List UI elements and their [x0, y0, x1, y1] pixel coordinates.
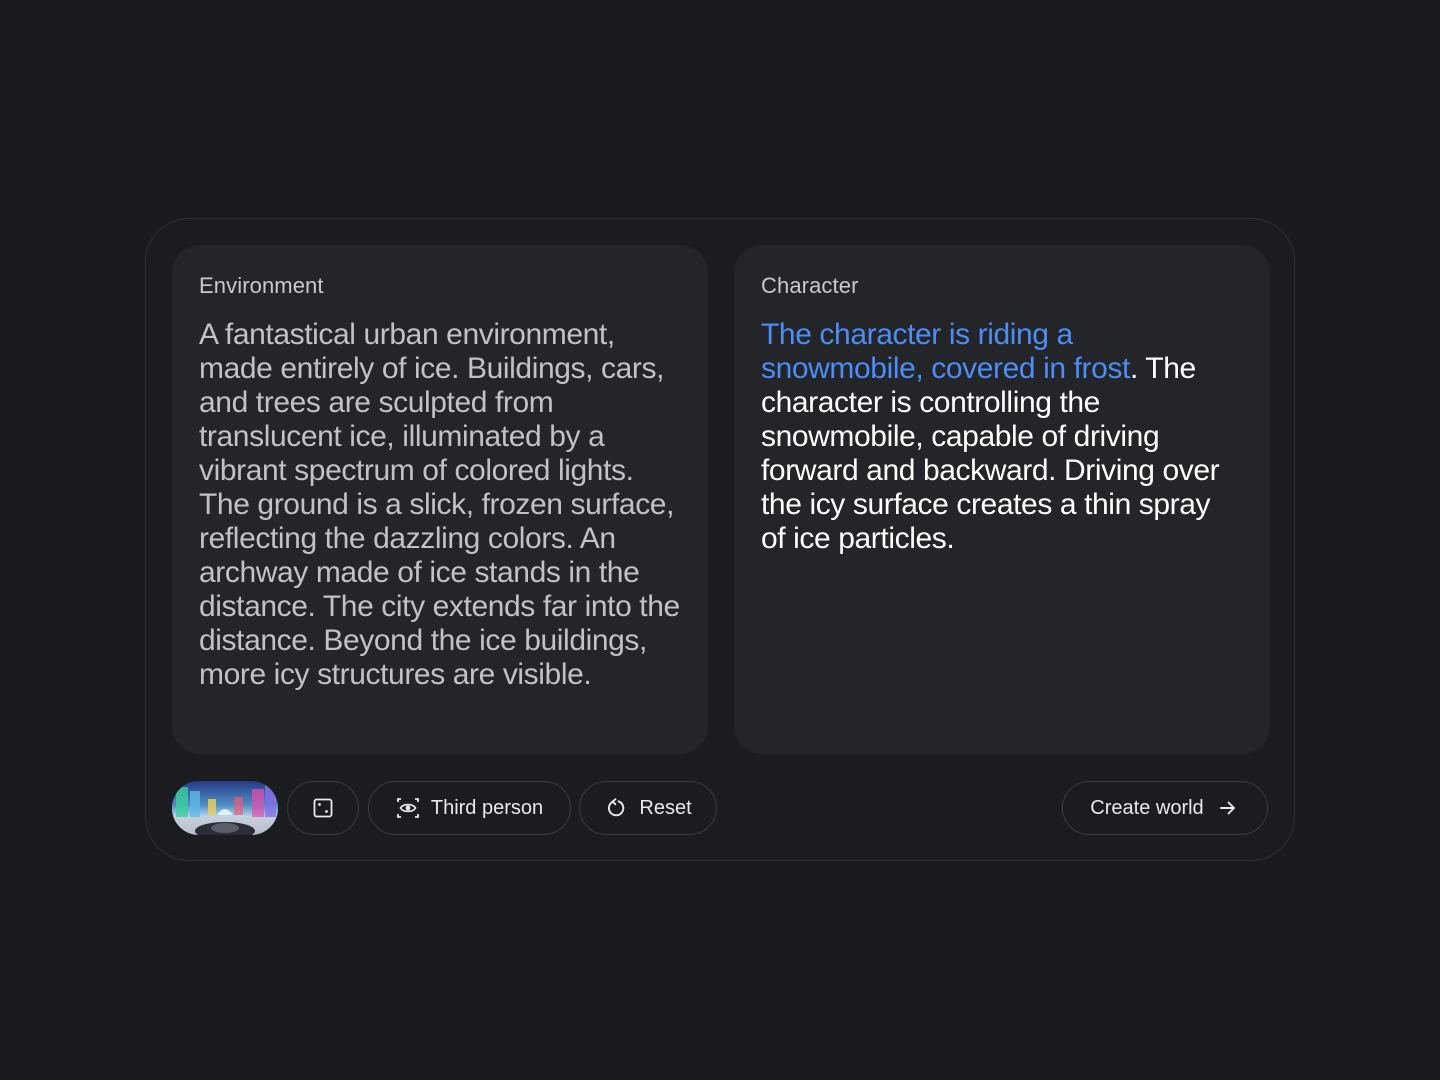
eye-view-icon: [396, 796, 420, 820]
third-person-label: Third person: [430, 796, 544, 819]
environment-panel[interactable]: Environment A fantastical urban environm…: [172, 245, 708, 754]
preview-image-icon: [172, 781, 278, 835]
character-highlight-text: The character is riding a snowmobile, co…: [761, 318, 1130, 385]
arrow-right-icon: [1216, 796, 1240, 820]
dice-icon: [311, 796, 335, 820]
character-prompt-text[interactable]: The character is riding a snowmobile, co…: [761, 318, 1238, 556]
environment-prompt-text[interactable]: A fantastical urban environment, made en…: [199, 318, 682, 692]
bottom-toolbar: Third person Reset Create world: [172, 781, 1268, 835]
create-world-button[interactable]: Create world: [1062, 781, 1268, 835]
character-panel[interactable]: Character The character is riding a snow…: [734, 245, 1270, 754]
world-builder-card: Environment A fantastical urban environm…: [145, 218, 1295, 861]
reset-label: Reset: [639, 796, 692, 819]
reset-button[interactable]: Reset: [579, 781, 717, 835]
create-world-label: Create world: [1090, 796, 1204, 819]
refresh-icon: [604, 796, 628, 820]
third-person-button[interactable]: Third person: [368, 781, 571, 835]
environment-label: Environment: [199, 273, 324, 298]
scene-thumbnail[interactable]: [172, 781, 278, 835]
character-label: Character: [761, 273, 859, 298]
randomize-button[interactable]: [287, 781, 359, 835]
